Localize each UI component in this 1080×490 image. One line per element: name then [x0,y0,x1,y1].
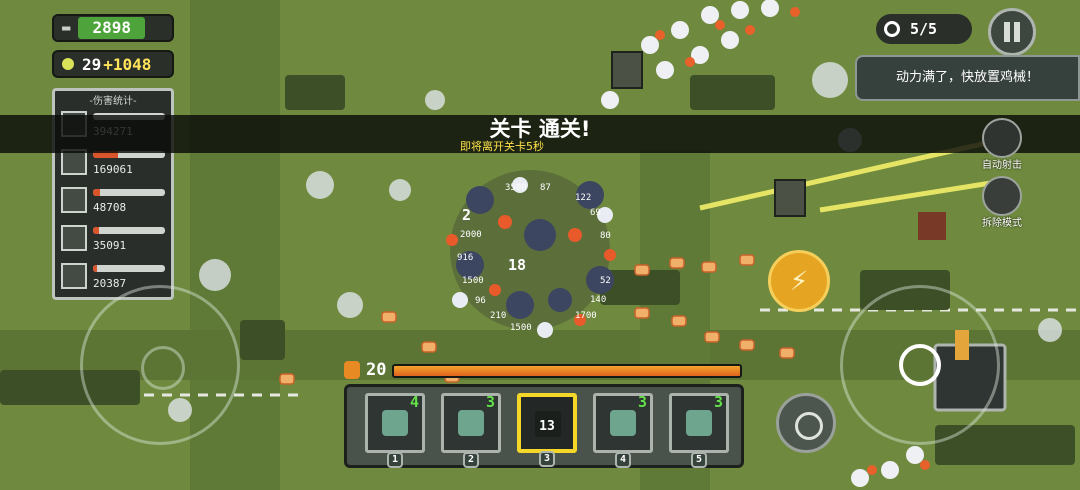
demolish-mode-button[interactable]: 拆除模式 [970,176,1034,229]
power-button[interactable]: ⚡ [768,250,830,312]
damage-bar [93,265,165,272]
robot-chicken-icon [686,410,712,436]
crosshair-icon [899,344,941,386]
damage-bar-fill [93,189,101,196]
pause-icon-bar2 [1014,22,1020,42]
gem-counter: 29 +1048 [52,50,174,78]
enemy-head-icon [884,21,900,37]
damage-bar-fill [93,265,97,272]
robot-unit-icon [61,187,87,213]
auto-fire-button[interactable]: 自动射击 [970,118,1034,171]
svg-text:210: 210 [490,311,506,321]
damage-bar [93,189,165,196]
damage-value: 35091 [93,239,127,252]
pause-icon [1004,22,1010,42]
svg-text:140: 140 [590,295,606,305]
energy-bar: 20 [340,360,745,382]
damage-stat-row: 48708 [55,183,171,221]
auto-fire-label: 自动射击 [982,160,1022,171]
card-slot-number: 4 [615,452,631,468]
gem-bonus: +1048 [103,54,152,74]
card-cooldown: 13 [539,419,555,434]
target-icon [795,412,823,440]
demolish-mode-label: 拆除模式 [982,218,1022,229]
svg-text:87: 87 [540,183,551,193]
money-value: 2898 [78,17,145,39]
demolish-icon [982,176,1022,216]
robot-chicken-icon [458,410,484,436]
svg-text:96: 96 [475,296,486,306]
joystick-dpad-icon [141,346,185,390]
wave-counter: 5/5 [876,14,972,44]
wave-value: 5/5 [910,20,938,38]
svg-text:1700: 1700 [575,311,597,321]
card-count: 3 [713,393,723,411]
svg-text:2000: 2000 [460,230,482,240]
gun-icon [982,118,1022,158]
shark-turret-icon [382,410,408,436]
hint-message: 动力满了，快放置鸡械！ [855,55,1080,101]
card-slot-number: 2 [463,452,479,468]
damage-stats-title: -伤害统计- [89,96,137,107]
unit-card[interactable]: 41 [365,393,425,468]
barrel-unit-icon [61,225,87,251]
tank-icon: ▬ [62,20,71,36]
energy-value: 20 [366,360,387,380]
svg-text:122: 122 [575,193,591,203]
pause-button[interactable] [988,8,1036,56]
energy-track [392,364,742,378]
unit-card-bar: 4 1 3 2 13 3 3 4 3 5 [344,384,744,468]
unit-card[interactable]: 34 [593,393,653,468]
energy-fill [394,366,740,376]
energy-icon [344,361,360,379]
gem-icon [62,58,74,70]
gem-value: 29 [82,54,102,74]
card-count: 3 [637,393,647,411]
svg-text:18: 18 [508,256,526,274]
svg-text:916: 916 [457,253,473,263]
card-slot-number: 1 [387,452,403,468]
unit-card[interactable]: 32 [441,393,501,468]
svg-text:2: 2 [462,206,471,224]
leave-countdown-text: 即将离开关卡5秒 [460,140,544,153]
damage-value: 48708 [93,201,127,214]
svg-text:52: 52 [600,276,611,286]
card-slot-number: 3 [539,451,555,467]
unit-card[interactable]: 13 3 [517,393,577,467]
chicken-unit-icon [61,263,87,289]
damage-value: 20387 [93,277,127,290]
money-counter: ▬ 2898 [52,14,174,42]
card-slot-number: 5 [691,452,707,468]
svg-text:1500: 1500 [510,323,532,333]
card-count: 4 [409,393,419,411]
robot-chicken-icon [610,410,636,436]
svg-text:80: 80 [600,231,611,241]
svg-text:1500: 1500 [462,276,484,286]
move-joystick[interactable] [80,285,240,445]
damage-bar-fill [93,227,99,234]
target-button[interactable] [776,393,836,453]
svg-text:69: 69 [590,208,601,218]
damage-bar [93,227,165,234]
svg-text:3500: 3500 [505,183,527,193]
damage-value: 169061 [93,163,133,176]
level-clear-banner: 关卡 通关! 即将离开关卡5秒 [0,115,1080,153]
lightning-icon: ⚡ [789,263,809,298]
damage-stat-row: 35091 [55,221,171,259]
card-count: 3 [485,393,495,411]
aim-joystick[interactable] [840,285,1000,445]
unit-card[interactable]: 35 [669,393,729,468]
